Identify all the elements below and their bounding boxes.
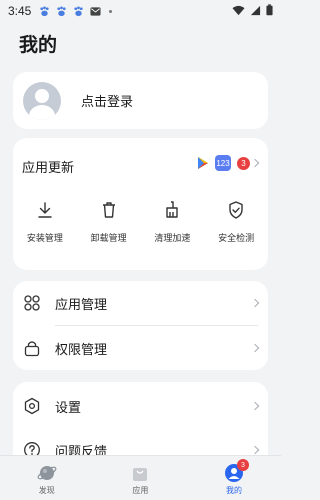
nav-label: 发现 (38, 486, 55, 495)
bag-icon (133, 468, 148, 481)
list-item-label: 应用管理 (55, 297, 108, 313)
manage-card: 应用管理 权限管理 (13, 281, 268, 370)
page-title: 我的 (19, 34, 58, 56)
nav-tab-discover[interactable]: 发现 (0, 456, 94, 500)
login-card[interactable]: 点击登录 (13, 72, 268, 129)
lock-icon (24, 341, 40, 357)
list-item-settings[interactable]: 设置 (13, 384, 268, 428)
mail-icon (90, 6, 101, 17)
nav-label: 应用 (132, 486, 149, 495)
battery-icon (266, 4, 273, 19)
app-update-title: 应用更新 (22, 161, 75, 176)
update-count-badge: 3 (237, 156, 250, 170)
notification-paw-icon (73, 5, 84, 17)
wifi-icon (232, 5, 245, 19)
tool-grid: 安装管理 卸载管理 清理加速 安全检测 (13, 200, 268, 260)
tool-label: 清理加速 (154, 234, 191, 244)
app-update-card: 应用更新 123 3 安装管理 卸载管理 清理加速 安全检测 (13, 138, 268, 270)
google-play-icon (195, 155, 211, 171)
tool-label: 卸载管理 (90, 234, 127, 244)
list-item-label: 设置 (55, 400, 82, 416)
status-time: 3:45 (8, 4, 32, 18)
download-icon (38, 202, 52, 218)
tool-label: 安装管理 (26, 234, 63, 244)
chevron-right-icon (250, 343, 260, 353)
notification-paw-icon (39, 5, 50, 17)
avatar[interactable] (23, 81, 61, 120)
chevron-right-icon (250, 401, 260, 411)
apps-grid-icon (24, 295, 40, 311)
update-app-icons: 123 3 (195, 155, 250, 171)
signal-icon (250, 5, 261, 19)
trash-icon (102, 202, 115, 218)
chevron-right-icon (250, 445, 260, 455)
nav-badge: 3 (236, 459, 249, 471)
status-bar: 3:45 (0, 0, 281, 22)
broom-icon (166, 201, 179, 218)
list-item-permission-manage[interactable]: 权限管理 (13, 326, 268, 370)
bottom-nav: 发现 应用 3 我的 (0, 455, 281, 500)
planet-icon (37, 466, 57, 480)
tool-clean-boost[interactable]: 清理加速 (141, 200, 205, 260)
login-label[interactable]: 点击登录 (81, 91, 133, 110)
tool-label: 安全检测 (218, 234, 255, 244)
dot-icon (109, 9, 113, 13)
shield-check-icon (229, 201, 243, 219)
nav-tab-apps[interactable]: 应用 (94, 456, 188, 500)
app-123-icon: 123 (215, 155, 231, 171)
app-update-row[interactable]: 应用更新 123 3 (13, 138, 268, 188)
chevron-right-icon (250, 158, 260, 168)
chevron-right-icon (250, 298, 260, 308)
list-item-app-manage[interactable]: 应用管理 (13, 281, 268, 325)
tool-install-manage[interactable]: 安装管理 (13, 200, 77, 260)
nav-label: 我的 (225, 486, 242, 495)
tool-uninstall-manage[interactable]: 卸载管理 (77, 200, 141, 260)
list-item-label: 权限管理 (55, 342, 108, 358)
gear-icon (24, 397, 40, 415)
nav-tab-mine[interactable]: 3 我的 (187, 456, 281, 500)
notification-paw-icon (56, 5, 67, 17)
tool-security-check[interactable]: 安全检测 (204, 200, 268, 260)
